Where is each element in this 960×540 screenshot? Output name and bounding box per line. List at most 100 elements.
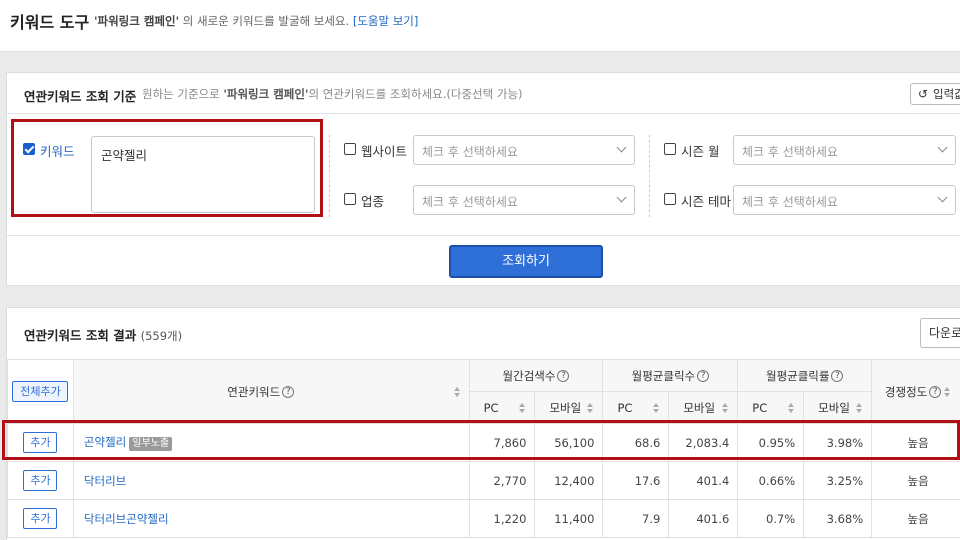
add-all-cell: 전체추가 — [7, 359, 74, 424]
keyword-link[interactable]: 닥터리브 — [84, 474, 126, 488]
keyword-cell: 곤약젤리 일부노출 — [72, 423, 470, 462]
keyword-cell: 닥터리브곤약젤리 — [72, 499, 470, 538]
search-pc-cell: 1,220 — [468, 499, 536, 538]
add-keyword-button[interactable]: 추가 — [23, 470, 58, 491]
col-monthly-search-label: 월간검색수 — [502, 368, 556, 383]
chevron-down-icon — [616, 142, 627, 153]
clicks-mobile-cell: 2,083.4 — [668, 423, 739, 462]
col-ctr-mobile[interactable]: 모바일 — [803, 391, 873, 424]
col-clicks-mobile[interactable]: 모바일 — [668, 391, 739, 424]
season-theme-select-placeholder: 체크 후 선택하세요 — [742, 195, 838, 209]
sort-icon[interactable] — [856, 402, 863, 413]
season-theme-label: 시즌 테마 — [681, 194, 731, 209]
help-icon[interactable]: ? — [282, 386, 295, 398]
ctr-mobile-cell: 3.98% — [803, 423, 873, 462]
sort-icon[interactable] — [722, 402, 729, 413]
results-title-text: 연관키워드 조회 결과 — [24, 328, 137, 343]
sort-icon[interactable] — [944, 387, 951, 397]
search-button[interactable]: 조회하기 — [449, 245, 603, 278]
business-label: 업종 — [361, 194, 385, 209]
help-icon[interactable]: ? — [557, 370, 570, 382]
criteria-header: 연관키워드 조회 기준 원하는 기준으로 '파워링크 캠페인'의 연관키워드를 … — [7, 73, 960, 114]
competition-cell: 높음 — [871, 499, 960, 538]
help-icon[interactable]: ? — [929, 386, 942, 398]
criteria-panel: 연관키워드 조회 기준 원하는 기준으로 '파워링크 캠페인'의 연관키워드를 … — [6, 72, 960, 286]
search-pc-cell: 2,770 — [468, 461, 536, 500]
divider — [649, 135, 650, 217]
competition-cell: 높음 — [871, 423, 960, 462]
col-clicks-pc[interactable]: PC — [602, 391, 670, 424]
website-label: 웹사이트 — [361, 144, 408, 159]
col-search-mobile[interactable]: 모바일 — [534, 391, 604, 424]
season-month-select-placeholder: 체크 후 선택하세요 — [742, 145, 838, 159]
sort-icon[interactable] — [788, 402, 795, 413]
col-avg-clicks-label: 월평균클릭수 — [631, 368, 696, 383]
col-clicks-mobile-label: 모바일 — [683, 400, 716, 415]
clicks-mobile-cell: 401.6 — [668, 499, 739, 538]
col-monthly-search: 월간검색수? — [468, 359, 604, 392]
sort-icon[interactable] — [519, 402, 526, 413]
table-row: 추가 닥터리브곤약젤리 1,220 11,400 7.9 401.6 0.7% … — [7, 499, 960, 538]
sort-icon[interactable] — [587, 402, 594, 413]
keyword-link[interactable]: 곤약젤리 — [84, 435, 126, 449]
criteria-title: 연관키워드 조회 기준 — [24, 89, 137, 104]
col-ctr-pc-label: PC — [752, 400, 768, 415]
sort-icon[interactable] — [453, 386, 461, 397]
page-subtitle: '파워링크 캠페인' 의 새로운 키워드를 발굴해 보세요. [도움말 보기] — [94, 13, 418, 29]
partial-exposure-badge: 일부노출 — [129, 437, 173, 451]
col-competition[interactable]: 경쟁정도? — [871, 359, 960, 424]
criteria-desc-suffix: 의 연관키워드를 조회하세요.(다중선택 가능) — [308, 87, 523, 101]
help-icon[interactable]: ? — [831, 370, 844, 382]
page-header: 키워드 도구 '파워링크 캠페인' 의 새로운 키워드를 발굴해 보세요. [도… — [0, 0, 960, 52]
help-link[interactable]: [도움말 보기] — [353, 14, 419, 28]
reset-input-button[interactable]: ↺ 입력값 — [910, 83, 960, 105]
col-avg-clicks: 월평균클릭수? — [602, 359, 739, 392]
chevron-down-icon — [937, 192, 948, 203]
divider — [7, 235, 960, 236]
add-all-button[interactable]: 전체추가 — [12, 381, 69, 402]
add-keyword-button[interactable]: 추가 — [23, 432, 58, 453]
download-button[interactable]: 다운로드 — [920, 318, 960, 348]
competition-cell: 높음 — [871, 461, 960, 500]
keyword-highlight-box — [11, 119, 323, 217]
subtitle-campaign: '파워링크 캠페인' — [94, 14, 180, 28]
col-ctr-pc[interactable]: PC — [737, 391, 805, 424]
col-keyword-label: 연관키워드 — [227, 384, 281, 399]
col-search-mobile-label: 모바일 — [549, 400, 582, 415]
season-theme-checkbox[interactable] — [664, 193, 676, 205]
season-theme-select[interactable]: 체크 후 선택하세요 — [733, 185, 956, 215]
season-month-label: 시즌 월 — [681, 144, 720, 159]
keyword-cell: 닥터리브 — [72, 461, 470, 500]
business-checkbox[interactable] — [344, 193, 356, 205]
add-cell: 추가 — [7, 461, 74, 500]
refresh-icon: ↺ — [918, 87, 929, 101]
col-keyword[interactable]: 연관키워드? — [72, 359, 470, 424]
season-month-select[interactable]: 체크 후 선택하세요 — [733, 135, 956, 165]
search-mobile-cell: 56,100 — [534, 423, 604, 462]
ctr-mobile-cell: 3.68% — [803, 499, 873, 538]
website-select[interactable]: 체크 후 선택하세요 — [413, 135, 635, 165]
keyword-link[interactable]: 닥터리브곤약젤리 — [84, 512, 169, 526]
page-title: 키워드 도구 — [10, 13, 90, 32]
season-month-checkbox[interactable] — [664, 143, 676, 155]
website-select-placeholder: 체크 후 선택하세요 — [422, 145, 518, 159]
table-row: 추가 곤약젤리 일부노출 7,860 56,100 68.6 2,083.4 0.… — [7, 423, 960, 462]
search-mobile-cell: 12,400 — [534, 461, 604, 500]
col-search-pc[interactable]: PC — [468, 391, 536, 424]
chevron-down-icon — [616, 192, 627, 203]
col-avg-ctr: 월평균클릭률? — [737, 359, 873, 392]
help-icon[interactable]: ? — [697, 370, 710, 382]
ctr-mobile-cell: 3.25% — [803, 461, 873, 500]
add-keyword-button[interactable]: 추가 — [23, 508, 58, 529]
clicks-mobile-cell: 401.4 — [668, 461, 739, 500]
add-cell: 추가 — [7, 499, 74, 538]
business-select[interactable]: 체크 후 선택하세요 — [413, 185, 635, 215]
criteria-description: 원하는 기준으로 '파워링크 캠페인'의 연관키워드를 조회하세요.(다중선택 … — [142, 86, 523, 102]
results-table: 전체추가 연관키워드? 월간검색수? 월평균클릭수? 월평균클릭률? 경쟁정도?… — [7, 359, 960, 538]
results-panel: 연관키워드 조회 결과 (559개) 다운로드 전체추가 연관키워드? 월간검색… — [6, 307, 960, 540]
website-checkbox[interactable] — [344, 143, 356, 155]
clicks-pc-cell: 68.6 — [602, 423, 670, 462]
sort-icon[interactable] — [653, 402, 660, 413]
col-ctr-mobile-label: 모바일 — [818, 400, 850, 415]
add-cell: 추가 — [7, 423, 74, 462]
